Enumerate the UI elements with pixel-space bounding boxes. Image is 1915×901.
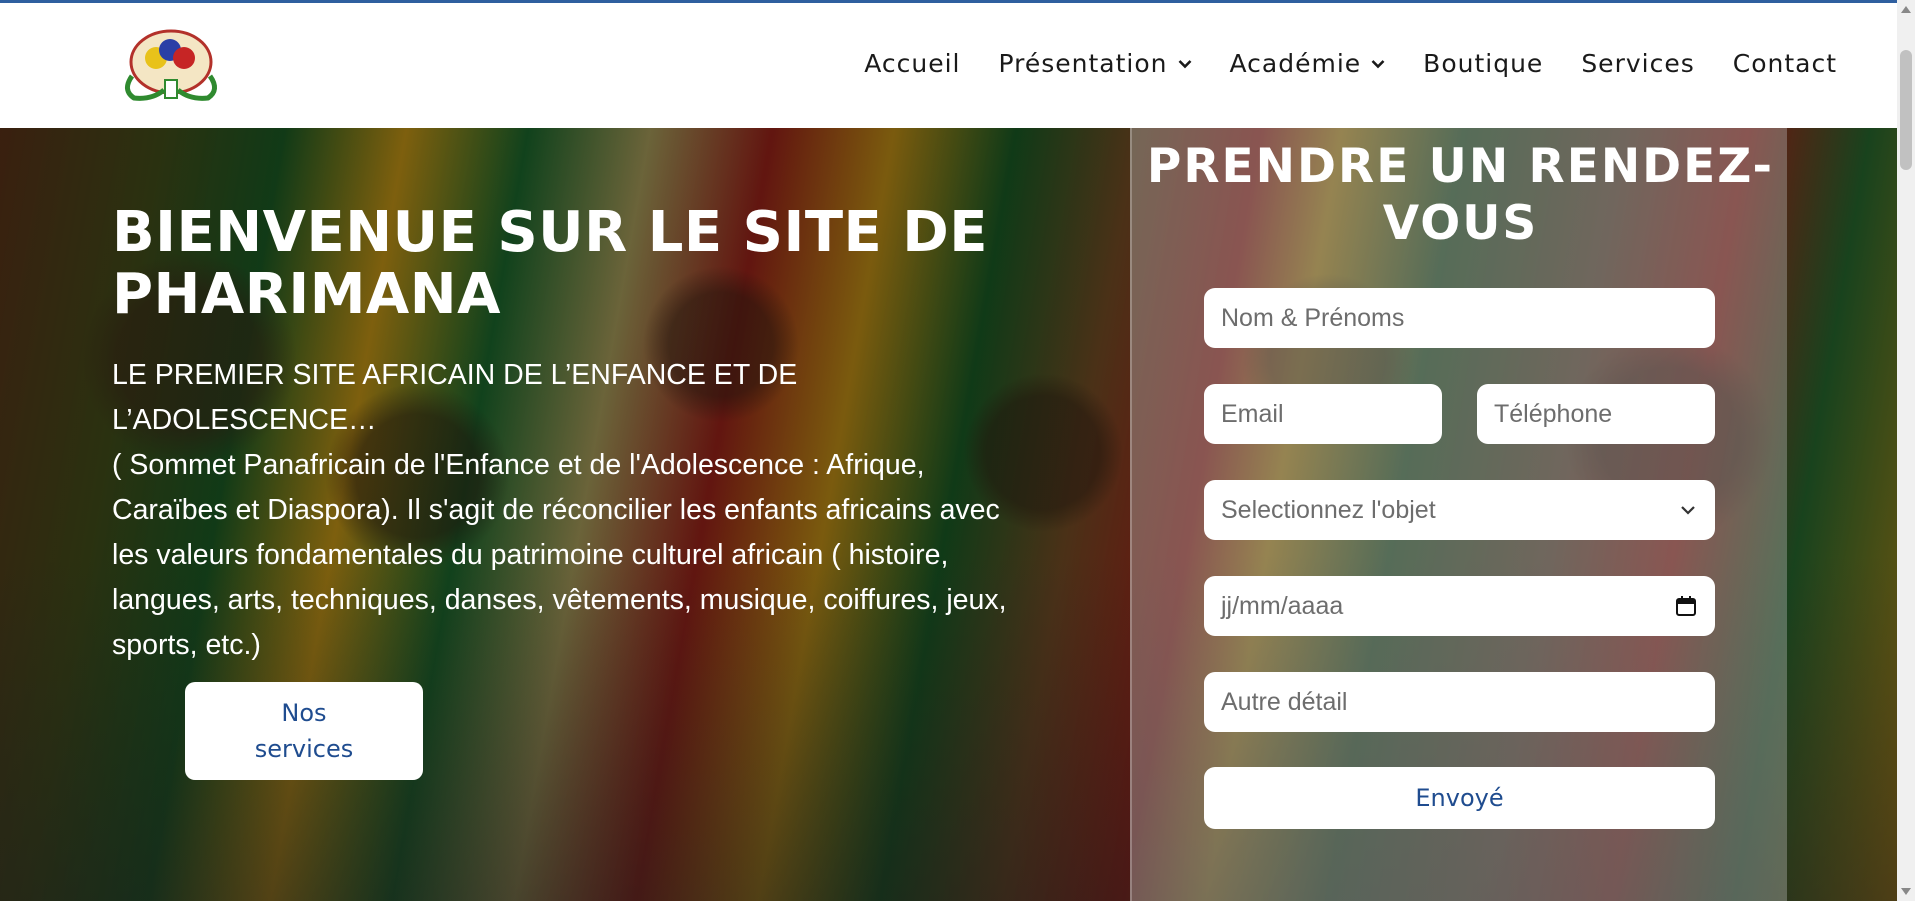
nav-label: Académie	[1229, 49, 1362, 78]
email-field[interactable]: Email	[1204, 384, 1442, 444]
chevron-down-icon	[1371, 59, 1385, 68]
nos-services-button[interactable]: Nos services	[185, 682, 423, 780]
hero-section: BIENVENUE SUR LE SITE DE PHARIMANA LE PR…	[0, 128, 1897, 901]
logo-emblem-icon	[125, 29, 217, 101]
detail-placeholder: Autre détail	[1221, 687, 1348, 716]
nav-label: Services	[1581, 49, 1695, 78]
nav-label: Présentation	[998, 49, 1168, 78]
appointment-form-panel: PRENDRE UN RENDEZ-VOUS Nom & Prénoms Ema…	[1130, 128, 1787, 901]
detail-field[interactable]: Autre détail	[1204, 672, 1715, 732]
appointment-form-title: PRENDRE UN RENDEZ-VOUS	[1146, 139, 1775, 251]
hero-title: BIENVENUE SUR LE SITE DE PHARIMANA	[112, 200, 989, 327]
object-placeholder: Selectionnez l'objet	[1221, 495, 1436, 524]
chevron-down-icon	[1178, 59, 1191, 68]
submit-button[interactable]: Envoyé	[1204, 767, 1715, 829]
scroll-up-arrow-icon[interactable]	[1901, 6, 1911, 13]
name-field[interactable]: Nom & Prénoms	[1204, 288, 1715, 348]
object-select[interactable]: Selectionnez l'objet	[1204, 480, 1715, 540]
email-placeholder: Email	[1221, 399, 1284, 428]
nav-item-services[interactable]: Services	[1581, 49, 1694, 78]
nos-services-label: Nos services	[254, 699, 354, 763]
nav-item-boutique[interactable]: Boutique	[1423, 49, 1543, 78]
nav-label: Boutique	[1423, 49, 1544, 78]
nav-item-contact[interactable]: Contact	[1733, 49, 1837, 78]
scrollbar-thumb[interactable]	[1900, 50, 1912, 170]
nav-item-accueil[interactable]: Accueil	[864, 49, 960, 78]
calendar-icon[interactable]	[1675, 595, 1697, 617]
nav-item-academie[interactable]: Académie	[1230, 49, 1386, 78]
date-placeholder: jj/mm/aaaa	[1221, 591, 1344, 620]
submit-label: Envoyé	[1415, 784, 1504, 812]
hero-tagline: LE PREMIER SITE AFRICAIN DE L’ENFANCE ET…	[112, 359, 798, 436]
chevron-down-icon	[1681, 506, 1695, 515]
site-header: Accueil Présentation Académie Boutique S…	[0, 3, 1897, 128]
site-logo[interactable]	[112, 28, 230, 104]
nav-item-presentation[interactable]: Présentation	[998, 49, 1191, 78]
hero-description: LE PREMIER SITE AFRICAIN DE L’ENFANCE ET…	[112, 353, 1042, 668]
nav-label: Contact	[1732, 49, 1837, 78]
nav-label: Accueil	[864, 49, 961, 78]
phone-placeholder: Téléphone	[1494, 399, 1613, 428]
main-nav: Accueil Présentation Académie Boutique S…	[864, 49, 1837, 78]
name-placeholder: Nom & Prénoms	[1221, 303, 1405, 332]
page-scrollbar[interactable]	[1897, 0, 1915, 901]
scroll-down-arrow-icon[interactable]	[1901, 888, 1911, 895]
date-field[interactable]: jj/mm/aaaa	[1204, 576, 1715, 636]
phone-field[interactable]: Téléphone	[1477, 384, 1715, 444]
hero-body-text: ( Sommet Panafricain de l'Enfance et de …	[112, 449, 1007, 661]
